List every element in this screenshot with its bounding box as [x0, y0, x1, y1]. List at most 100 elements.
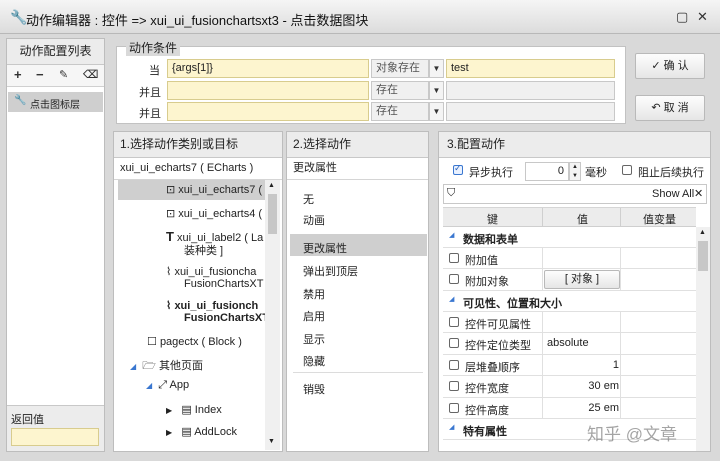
show-all-button[interactable]: Show All — [652, 188, 694, 200]
condition-value-input[interactable] — [167, 102, 369, 121]
property-row[interactable]: 附加值 — [443, 248, 696, 269]
property-checkbox[interactable] — [449, 403, 459, 413]
condition-operator-select[interactable]: 存在 — [371, 102, 429, 121]
folder-icon: 🗁 — [142, 360, 156, 372]
action-item[interactable]: 隐藏 — [303, 353, 325, 369]
action-item[interactable]: 禁用 — [303, 286, 325, 302]
property-row[interactable]: 控件高度 25 em — [443, 398, 696, 419]
condition-operator-select[interactable]: 对象存在 — [371, 59, 429, 78]
action-item[interactable]: 启用 — [303, 308, 325, 324]
tree-item[interactable]: ▶ ▤ Index — [166, 403, 222, 416]
property-key: 控件定位类型 — [465, 340, 531, 352]
target-scrollbar[interactable]: ▲ ▼ — [265, 180, 280, 450]
edit-icon[interactable]: ✎ — [59, 68, 68, 81]
expand-icon[interactable]: ◢ — [449, 295, 454, 303]
action-item[interactable]: 无 — [303, 191, 314, 207]
cancel-button[interactable]: ↶ 取 消 — [635, 95, 705, 121]
expand-icon[interactable]: ◢ — [449, 423, 454, 431]
collapse-icon[interactable]: ▶ — [166, 428, 172, 437]
action-item[interactable]: 更改属性 — [303, 240, 347, 256]
close-button[interactable]: ✕ — [697, 9, 708, 25]
tree-item[interactable]: ▶ ▤ AddLock — [166, 425, 237, 438]
expand-icon[interactable]: ◢ — [130, 362, 136, 371]
action-list-title: 动作配置列表 — [7, 39, 104, 65]
property-checkbox[interactable] — [449, 360, 459, 370]
config-scrollbar[interactable]: ▲ — [696, 227, 710, 451]
filter-icon: ⛉ — [447, 187, 456, 199]
tree-item[interactable]: ⌇ xui_ui_fusioncha — [166, 265, 256, 278]
property-value[interactable]: 25 em — [543, 402, 619, 414]
confirm-button[interactable]: ✓ 确 认 — [635, 53, 705, 79]
delay-spinner[interactable]: ▲ ▼ — [569, 162, 581, 181]
scroll-thumb[interactable] — [268, 194, 277, 234]
filter-bar[interactable]: ⛉ Show All ✕ — [443, 184, 707, 204]
condition-target-input[interactable] — [446, 81, 615, 100]
property-value[interactable]: absolute — [547, 337, 589, 349]
property-row[interactable]: 层堆叠顺序 1 — [443, 355, 696, 376]
clear-filter-icon[interactable]: ✕ — [694, 187, 703, 200]
condition-value-input[interactable] — [167, 81, 369, 100]
property-row[interactable]: 控件宽度 30 em — [443, 376, 696, 398]
column-header-var[interactable]: 值变量 — [643, 211, 676, 227]
tree-item[interactable]: ⊡ xui_ui_echarts4 ( — [166, 207, 262, 220]
property-checkbox[interactable] — [449, 253, 459, 263]
scroll-thumb[interactable] — [698, 241, 708, 271]
return-value-input[interactable] — [11, 428, 99, 446]
property-value[interactable]: 30 em — [543, 380, 619, 392]
column-header-key[interactable]: 键 — [487, 211, 498, 227]
clean-icon[interactable]: ⌫ — [83, 68, 99, 81]
property-checkbox[interactable] — [449, 338, 459, 348]
section-label: 特有属性 — [463, 426, 507, 438]
object-button[interactable]: [ 对象 ] — [544, 270, 620, 289]
chevron-down-icon[interactable]: ▼ — [429, 102, 444, 121]
condition-operator-select[interactable]: 存在 — [371, 81, 429, 100]
action-list-item[interactable]: 🔧 点击图标层 — [8, 92, 103, 112]
property-grid: ◢ 数据和表单 附加值 附加对象 [ 对象 ] ◢ 可见性、位置和大小 控件可见… — [443, 227, 696, 451]
scroll-down-icon[interactable]: ▼ — [268, 438, 275, 445]
expand-icon[interactable]: ◢ — [449, 231, 454, 239]
section-label: 数据和表单 — [463, 234, 518, 246]
text-icon: T — [166, 229, 174, 244]
action-item[interactable]: 弹出到顶层 — [303, 263, 358, 279]
chevron-down-icon[interactable]: ▼ — [429, 81, 444, 100]
section-row[interactable]: ◢ 数据和表单 — [443, 227, 696, 248]
block-checkbox[interactable] — [622, 165, 632, 175]
tree-item[interactable]: ◢ 🗁 其他页面 — [130, 357, 203, 376]
tree-item[interactable]: ◢ ⤢ App — [146, 379, 189, 392]
scroll-up-icon[interactable]: ▲ — [268, 182, 275, 189]
delay-input[interactable]: 0 — [525, 162, 569, 181]
property-key: 控件高度 — [465, 405, 509, 417]
section-row[interactable]: ◢ 可见性、位置和大小 — [443, 291, 696, 312]
condition-target-input[interactable]: test — [446, 59, 615, 78]
expand-icon[interactable]: ◢ — [146, 381, 152, 390]
chevron-down-icon[interactable]: ▼ — [429, 59, 444, 78]
collapse-icon[interactable]: ▶ — [166, 406, 172, 415]
scroll-up-icon[interactable]: ▲ — [699, 229, 706, 236]
action-panel-title: 2.选择动作 — [287, 132, 428, 158]
add-icon[interactable]: + — [14, 67, 22, 82]
remove-icon[interactable]: − — [36, 67, 44, 82]
property-checkbox[interactable] — [449, 381, 459, 391]
action-item[interactable]: 销毁 — [303, 381, 325, 397]
maximize-button[interactable]: ▢ — [676, 9, 688, 25]
tree-item-label2: FusionChartsXT — [184, 278, 264, 290]
tree-item[interactable]: ⌇ xui_ui_fusionch — [166, 299, 258, 312]
condition-value-input[interactable]: {args[1]} — [167, 59, 369, 78]
property-checkbox[interactable] — [449, 317, 459, 327]
tree-item[interactable]: ⊡ xui_ui_echarts7 ( — [166, 183, 262, 196]
condition-target-input[interactable] — [446, 102, 615, 121]
property-checkbox[interactable] — [449, 274, 459, 284]
property-row[interactable]: 附加对象 [ 对象 ] — [443, 269, 696, 291]
tree-item[interactable]: ☐ pagectx ( Block ) — [147, 335, 242, 348]
property-row[interactable]: 控件可见属性 — [443, 312, 696, 333]
action-list-toolbar: + − ✎ ⌫ — [7, 65, 104, 87]
property-row[interactable]: 控件定位类型 absolute — [443, 333, 696, 355]
action-item[interactable]: 显示 — [303, 331, 325, 347]
column-header-value[interactable]: 值 — [577, 211, 588, 227]
divider — [620, 208, 621, 227]
watermark-text: 知乎 @文章 — [587, 425, 677, 444]
action-item[interactable]: 动画 — [303, 212, 325, 228]
async-checkbox[interactable]: ✓ — [453, 163, 463, 175]
property-value[interactable]: 1 — [543, 359, 619, 371]
return-value-label: 返回值 — [11, 414, 44, 426]
